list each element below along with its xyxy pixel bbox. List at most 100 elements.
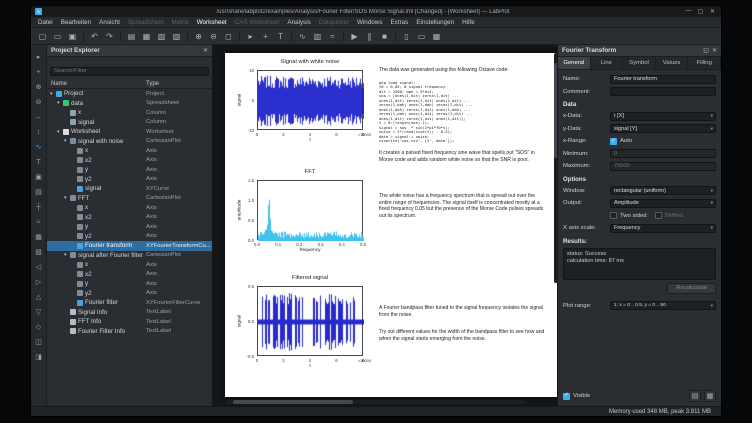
zoom-x-tool-icon[interactable]: ↔ (33, 111, 45, 123)
new-worksheet-icon[interactable]: ▧ (155, 30, 168, 43)
recalculate-button[interactable]: Recalculate (667, 283, 716, 294)
menu-item-analysis[interactable]: Analysis (283, 19, 314, 26)
name-column-header[interactable]: Name (47, 81, 67, 87)
tree-row-y[interactable]: yAxis (47, 279, 212, 289)
tab-general[interactable]: General (558, 57, 591, 69)
name-input[interactable] (610, 75, 716, 84)
tab-symbol[interactable]: Symbol (623, 57, 656, 69)
layout-grid-icon[interactable]: ▦ (430, 30, 443, 43)
play-icon[interactable]: ▶ (348, 30, 361, 43)
x-axis-scale-select[interactable]: Frequency ▾ (610, 224, 716, 233)
x-data-select[interactable]: t [X] ▾ (610, 112, 716, 121)
tree-row-y2[interactable]: y2Axis (47, 232, 212, 242)
zoom-y-tool-icon[interactable]: ↕ (33, 126, 45, 138)
tree-row-y2[interactable]: y2Axis (47, 175, 212, 185)
tree-row-x2[interactable]: x2Axis (47, 213, 212, 223)
visible-checkbox[interactable]: ✓ (563, 393, 570, 400)
tree-row-y[interactable]: yAxis (47, 222, 212, 232)
add-text-tool-icon[interactable]: T (33, 156, 45, 168)
tree-row-fourier-filter[interactable]: Fourier filterXYFourierFilterCurve (47, 298, 212, 308)
zoom-out-tool-icon[interactable]: ⊖ (33, 96, 45, 108)
tree-row-signal[interactable]: signalXYCurve (47, 184, 212, 194)
tree-row-x2[interactable]: x2Axis (47, 270, 212, 280)
two-sided-checkbox[interactable] (610, 212, 617, 219)
auto-scale-icon[interactable]: ◇ (33, 321, 45, 333)
shift-right-icon[interactable]: ▷ (33, 276, 45, 288)
tree-row-y[interactable]: yAxis (47, 165, 212, 175)
undo-icon[interactable]: ↶ (88, 30, 101, 43)
menu-item-bearbeiten[interactable]: Bearbeiten (57, 19, 95, 26)
minimize-button[interactable]: — (684, 8, 693, 15)
horizontal-scrollbar[interactable] (225, 400, 525, 404)
menu-item-worksheet[interactable]: Worksheet (193, 19, 231, 26)
close-icon[interactable]: ✕ (203, 47, 208, 54)
signal-with-noise-plot[interactable]: Signal with white noisesignal100-1002468… (233, 59, 373, 147)
zoom-in-icon[interactable]: ⊕ (192, 30, 205, 43)
cursor-arrow-tool-icon[interactable]: ▸ (33, 51, 45, 63)
zoom-out-icon[interactable]: ⊖ (207, 30, 220, 43)
tree-row-data[interactable]: ▾dataSpreadsheet (47, 99, 212, 109)
tree-row-signal-with-noise[interactable]: ▾signal with noiseCartesianPlot (47, 137, 212, 147)
close-icon[interactable]: ✕ (712, 47, 717, 54)
worksheet-page[interactable]: Signal with white noisesignal100-1002468… (225, 53, 557, 397)
tree-row-project[interactable]: ▾ProjectProject (47, 89, 212, 99)
filter-description-text[interactable]: A Fourier bandpass filter tuned to the s… (379, 305, 545, 318)
redo-icon[interactable]: ↷ (103, 30, 116, 43)
tree-row-x2[interactable]: x2Axis (47, 156, 212, 166)
menu-item-hilfe[interactable]: Hilfe (458, 19, 479, 26)
add-plot-icon[interactable]: ∿ (296, 30, 309, 43)
new-spreadsheet-icon[interactable]: ▤ (125, 30, 138, 43)
add-axis-tool-icon[interactable]: ┼ (33, 201, 45, 213)
tree-row-fourier-filter-info[interactable]: Fourier Filter InfoTextLabel (47, 327, 212, 337)
open-project-icon[interactable]: ▭ (51, 30, 64, 43)
tree-row-signal[interactable]: signalColumn (47, 118, 212, 128)
export-spreadsheet-icon[interactable]: ▤ (689, 390, 701, 402)
horizontal-scrollbar-thumb[interactable] (233, 400, 353, 404)
tree-row-signal-after-fourier-filter[interactable]: ▾signal after Fourier filterCartesianPlo… (47, 251, 212, 261)
tryout-text[interactable]: Try out different values for the width o… (379, 329, 545, 342)
menu-item-einstellungen[interactable]: Einstellungen (412, 19, 458, 26)
menu-item-datei[interactable]: Datei (34, 19, 57, 26)
crosshair-tool-icon[interactable]: + (33, 66, 45, 78)
add-curve-tool-icon[interactable]: ≈ (33, 216, 45, 228)
search-input[interactable] (50, 67, 209, 76)
close-button[interactable]: ✕ (708, 8, 717, 15)
layout-vertical-icon[interactable]: ▯ (400, 30, 413, 43)
comment-input[interactable] (610, 87, 716, 96)
auto-scale-y-icon[interactable]: ◨ (33, 351, 45, 363)
auto-checkbox[interactable]: ✓ (610, 138, 617, 145)
shift-up-icon[interactable]: △ (33, 291, 45, 303)
octave-intro-text[interactable]: The data was generated using the followi… (379, 67, 545, 74)
type-column-header[interactable]: Type (146, 81, 159, 87)
add-curve-icon[interactable]: ≈ (326, 30, 339, 43)
new-matrix-icon[interactable]: ▦ (140, 30, 153, 43)
tree-row-x[interactable]: xAxis (47, 146, 212, 156)
add-plot-tool-icon[interactable]: ∿ (33, 141, 45, 153)
maximize-button[interactable]: ▢ (696, 8, 705, 15)
tree-row-x[interactable]: xColumn (47, 108, 212, 118)
zoom-fit-icon[interactable]: ◻ (222, 30, 235, 43)
auto-scale-x-icon[interactable]: ◫ (33, 336, 45, 348)
layout-horizontal-icon[interactable]: ▭ (415, 30, 428, 43)
tree-row-y2[interactable]: y2Axis (47, 289, 212, 299)
select-mode-icon[interactable]: ▸ (244, 30, 257, 43)
tab-values[interactable]: Values (656, 57, 689, 69)
crosshair-mode-icon[interactable]: + (259, 30, 272, 43)
save-project-icon[interactable]: ▣ (66, 30, 79, 43)
tree-row-fourier-transform[interactable]: Fourier transformXYFourierTransformCu... (47, 241, 212, 251)
title-bar[interactable]: ∿ /usr/share/labplot2/examples/Analysis/… (31, 6, 721, 17)
add-legend-tool-icon[interactable]: ▤ (33, 186, 45, 198)
text-label-icon[interactable]: T (274, 30, 287, 43)
octave-code[interactable]: pkg load signal;f0 = 0.05; # signal freq… (379, 81, 545, 144)
tree-row-signal-info[interactable]: Signal InfoTextLabel (47, 308, 212, 318)
add-image-tool-icon[interactable]: ▣ (33, 171, 45, 183)
layout-tool-icon[interactable]: ▧ (33, 246, 45, 258)
window-select[interactable]: rectangular (uniform) ▾ (610, 186, 716, 195)
new-note-icon[interactable]: ▨ (170, 30, 183, 43)
new-project-icon[interactable]: ▢ (36, 30, 49, 43)
y-data-select[interactable]: signal [Y] ▾ (610, 124, 716, 133)
add-legend-icon[interactable]: ▥ (311, 30, 324, 43)
export-plot-icon[interactable]: ▦ (704, 390, 716, 402)
shift-left-icon[interactable]: ◁ (33, 261, 45, 273)
zoom-in-tool-icon[interactable]: ⊕ (33, 81, 45, 93)
